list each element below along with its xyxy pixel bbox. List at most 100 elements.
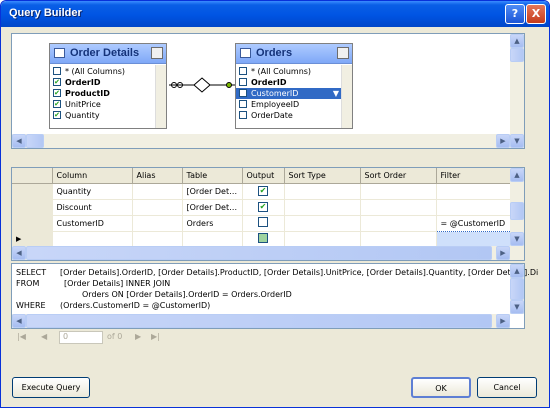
header-table[interactable]: Table bbox=[182, 168, 243, 184]
help-button[interactable]: ? bbox=[505, 4, 525, 24]
scroll-left-icon[interactable]: ◀ bbox=[12, 134, 26, 148]
scroll-thumb[interactable] bbox=[26, 314, 492, 328]
scroll-right-icon[interactable]: ▶ bbox=[496, 246, 510, 260]
checkbox[interactable]: ✔ bbox=[53, 111, 61, 119]
diagram-vscroll[interactable]: ▲ ▼ bbox=[510, 34, 524, 148]
table-header[interactable]: Order Details bbox=[50, 44, 166, 64]
criteria-grid-pane[interactable]: Column Alias Table Output Sort Type Sort… bbox=[11, 167, 525, 261]
header-output[interactable]: Output bbox=[242, 168, 285, 184]
cell-sort-order[interactable] bbox=[360, 183, 437, 200]
minimize-icon[interactable] bbox=[337, 47, 349, 59]
header-column[interactable]: Column bbox=[52, 168, 133, 184]
scroll-down-icon[interactable]: ▼ bbox=[510, 134, 524, 148]
cell-column[interactable]: CustomerID bbox=[52, 215, 133, 232]
checkbox[interactable] bbox=[239, 111, 247, 119]
checkbox[interactable] bbox=[239, 100, 247, 108]
scroll-left-icon[interactable]: ◀ bbox=[12, 246, 26, 260]
scroll-up-icon[interactable]: ▲ bbox=[510, 168, 524, 182]
scroll-left-icon[interactable]: ◀ bbox=[12, 314, 26, 328]
cell-filter[interactable]: = @CustomerID bbox=[435, 214, 513, 232]
cell-filter[interactable] bbox=[436, 199, 513, 216]
table-order-details[interactable]: Order Details * (All Columns) ✔ OrderID ✔… bbox=[49, 43, 167, 129]
checkbox[interactable] bbox=[239, 78, 247, 86]
cell-sort-order[interactable] bbox=[360, 215, 437, 232]
checkbox[interactable]: ✔ bbox=[53, 100, 61, 108]
grid-row[interactable]: CustomerID Orders = @CustomerID bbox=[12, 214, 524, 232]
checkbox[interactable]: ✔ bbox=[53, 78, 61, 86]
header-sort-order[interactable]: Sort Order bbox=[360, 168, 437, 184]
header-sort-type[interactable]: Sort Type bbox=[284, 168, 361, 184]
cell-alias[interactable] bbox=[131, 199, 183, 216]
cell-output[interactable]: ✔ bbox=[242, 183, 285, 200]
grid-hscroll[interactable]: ◀ ▶ bbox=[12, 246, 524, 260]
scroll-thumb[interactable] bbox=[510, 278, 524, 300]
scroll-thumb[interactable] bbox=[26, 246, 492, 260]
column-row[interactable]: * (All Columns) bbox=[236, 66, 341, 77]
checkbox[interactable]: ✔ bbox=[53, 89, 61, 97]
cell-table[interactable]: Orders bbox=[181, 215, 243, 232]
table-header[interactable]: Orders bbox=[236, 44, 352, 64]
table-scrollbar[interactable] bbox=[341, 65, 352, 128]
record-number-field[interactable]: 0 bbox=[59, 331, 103, 344]
row-selector[interactable] bbox=[12, 183, 53, 200]
ok-button[interactable]: OK bbox=[411, 377, 471, 398]
row-selector[interactable] bbox=[12, 199, 53, 216]
cell-sort-type[interactable] bbox=[284, 199, 361, 216]
sql-hscroll[interactable]: ◀ ▶ bbox=[12, 314, 510, 328]
cell-filter[interactable] bbox=[436, 231, 513, 248]
prev-record-icon[interactable]: ◀ bbox=[41, 332, 47, 341]
table-orders[interactable]: Orders * (All Columns) OrderID CustomerI… bbox=[235, 43, 353, 129]
cell-column[interactable]: Quantity bbox=[52, 183, 133, 200]
grid-vscroll[interactable]: ▲ ▼ bbox=[510, 168, 524, 246]
cell-sort-order[interactable] bbox=[360, 231, 437, 248]
first-record-icon[interactable]: |◀ bbox=[17, 332, 26, 341]
header-alias[interactable]: Alias bbox=[132, 168, 183, 184]
cancel-button[interactable]: Cancel bbox=[477, 377, 537, 398]
column-row[interactable]: ✔ Quantity bbox=[50, 110, 155, 121]
output-checkbox[interactable] bbox=[258, 217, 268, 227]
title-bar[interactable]: Query Builder ? X bbox=[1, 1, 549, 27]
column-row[interactable]: EmployeeID bbox=[236, 99, 341, 110]
column-row[interactable]: ✔ ProductID bbox=[50, 88, 155, 99]
join-connector[interactable] bbox=[167, 74, 237, 96]
output-checkbox[interactable]: ✔ bbox=[258, 186, 268, 196]
grid-row-new[interactable]: ▶ bbox=[12, 231, 524, 248]
cell-table[interactable] bbox=[181, 231, 243, 248]
column-row[interactable]: CustomerID ▼ bbox=[236, 88, 341, 99]
last-record-icon[interactable]: ▶| bbox=[151, 332, 160, 341]
cell-filter[interactable] bbox=[436, 183, 513, 200]
output-checkbox[interactable] bbox=[258, 233, 268, 243]
sql-vscroll[interactable]: ▲ ▼ bbox=[510, 264, 524, 314]
scroll-right-icon[interactable]: ▶ bbox=[496, 314, 510, 328]
output-checkbox[interactable]: ✔ bbox=[258, 202, 268, 212]
scroll-thumb[interactable] bbox=[26, 134, 44, 148]
cell-table[interactable]: [Order Det… bbox=[181, 183, 243, 200]
scroll-down-icon[interactable]: ▼ bbox=[510, 232, 524, 246]
scroll-right-icon[interactable]: ▶ bbox=[496, 134, 510, 148]
column-row[interactable]: * (All Columns) bbox=[50, 66, 155, 77]
table-scrollbar[interactable] bbox=[155, 65, 166, 128]
scroll-up-icon[interactable]: ▲ bbox=[510, 34, 524, 48]
cell-column[interactable] bbox=[52, 231, 133, 248]
cell-alias[interactable] bbox=[131, 231, 183, 248]
scroll-thumb[interactable] bbox=[510, 48, 524, 62]
next-record-icon[interactable]: ▶ bbox=[135, 332, 141, 341]
cell-sort-type[interactable] bbox=[284, 215, 361, 232]
cell-column[interactable]: Discount bbox=[52, 199, 133, 216]
diagram-hscroll[interactable]: ◀ ▶ bbox=[12, 134, 510, 148]
cell-output[interactable] bbox=[242, 231, 285, 248]
cell-alias[interactable] bbox=[131, 183, 183, 200]
sql-pane[interactable]: SELECT [Order Details].OrderID, [Order De… bbox=[11, 263, 538, 329]
checkbox[interactable] bbox=[239, 89, 247, 97]
cell-table[interactable]: [Order Det… bbox=[181, 199, 243, 216]
cell-sort-order[interactable] bbox=[360, 199, 437, 216]
execute-query-button[interactable]: Execute Query bbox=[12, 377, 90, 398]
column-row[interactable]: ✔ OrderID bbox=[50, 77, 155, 88]
row-selector[interactable]: ▶ bbox=[12, 231, 53, 248]
cell-alias[interactable] bbox=[131, 215, 183, 232]
checkbox[interactable] bbox=[53, 67, 61, 75]
scroll-thumb[interactable] bbox=[510, 202, 524, 220]
cell-sort-type[interactable] bbox=[284, 183, 361, 200]
cell-sort-type[interactable] bbox=[284, 231, 361, 248]
header-filter[interactable]: Filter bbox=[436, 168, 513, 184]
